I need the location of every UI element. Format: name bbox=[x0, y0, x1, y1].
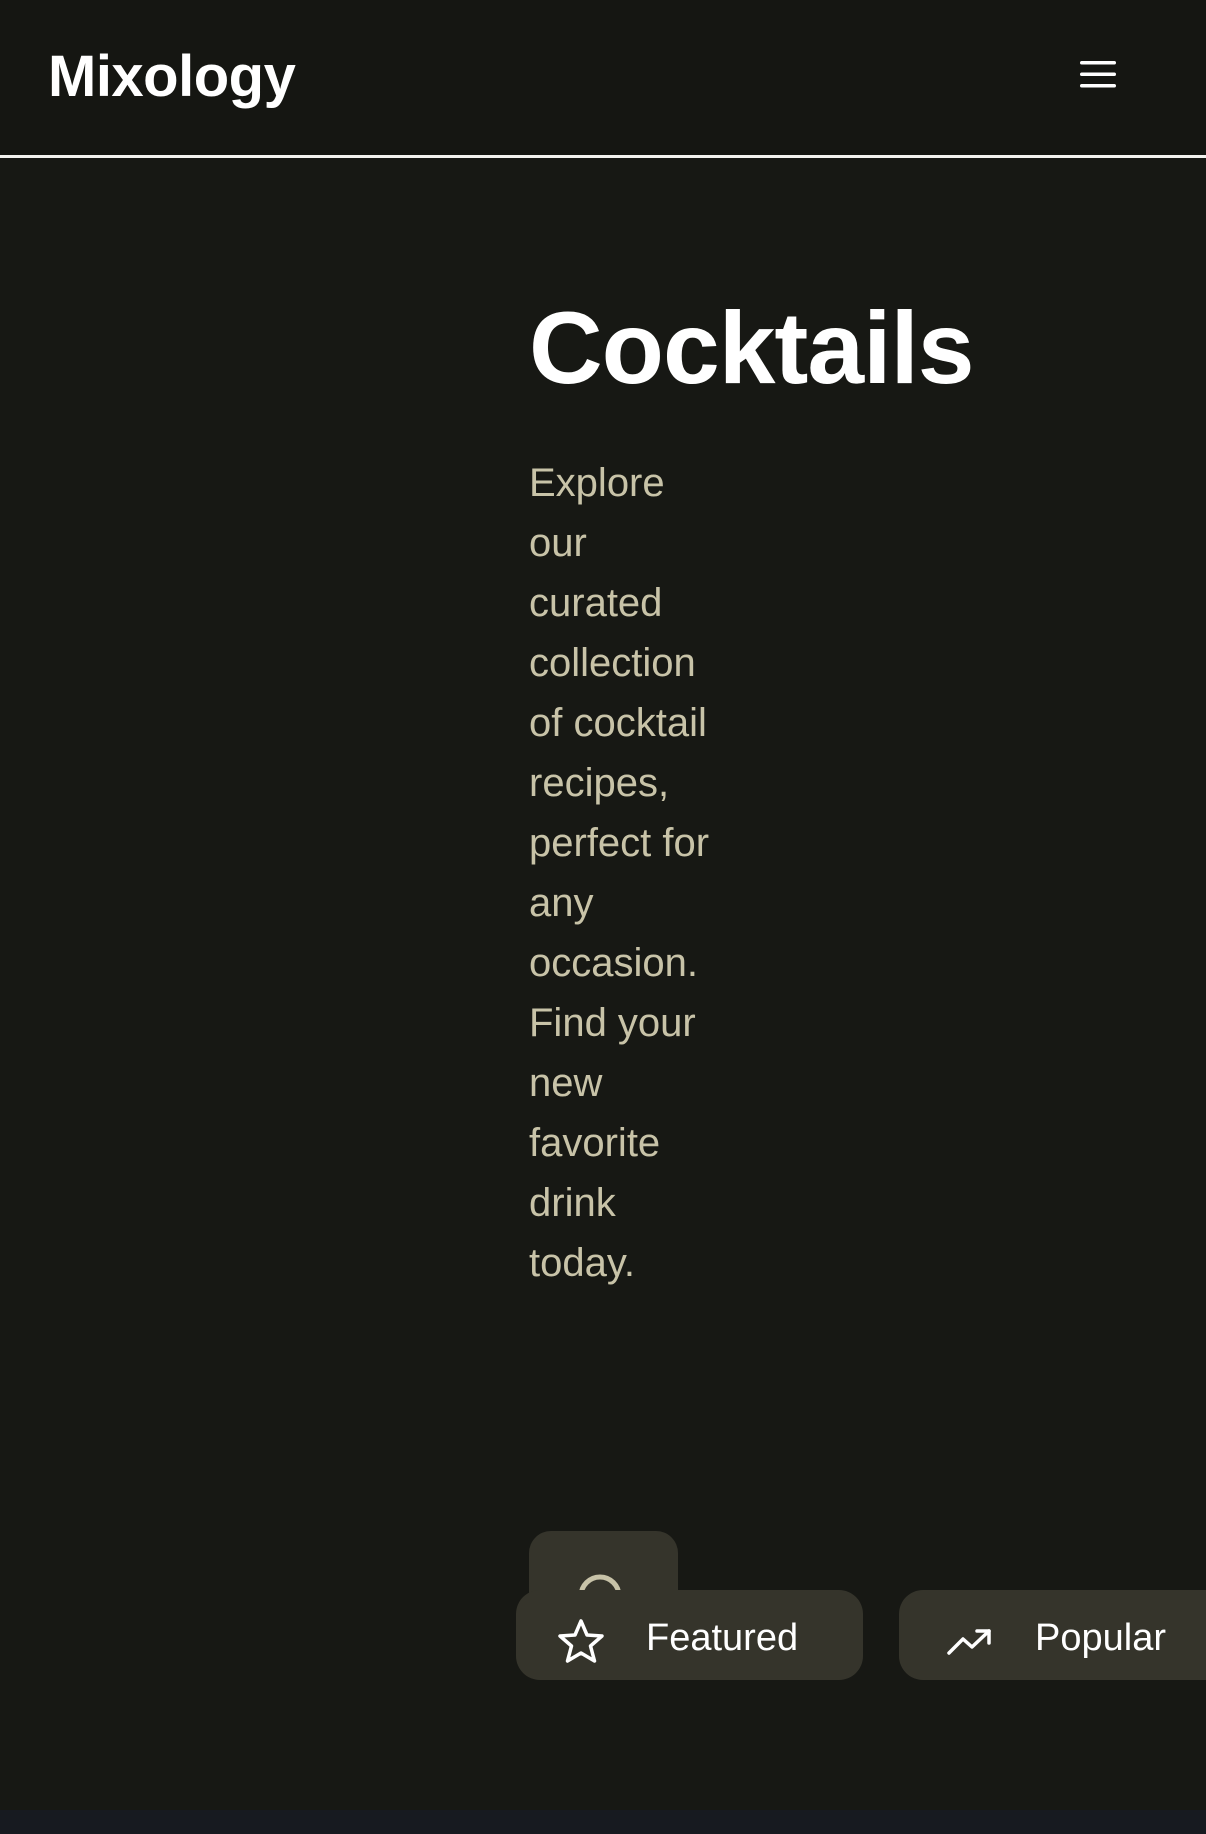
chip-label-featured: Featured bbox=[646, 1617, 799, 1659]
menu-button[interactable] bbox=[1068, 50, 1128, 102]
filter-chip-popular[interactable]: Popular bbox=[899, 1590, 1206, 1680]
bottom-edge bbox=[0, 1810, 1206, 1834]
top-navigation-bar: Mixology bbox=[0, 0, 1206, 158]
star-icon bbox=[556, 1616, 606, 1666]
chip-label-popular: Popular bbox=[1035, 1617, 1166, 1659]
brand-logo[interactable]: Mixology bbox=[48, 42, 296, 112]
page-title: Cocktails bbox=[529, 291, 975, 405]
trending-up-icon bbox=[945, 1616, 995, 1666]
hamburger-menu-icon bbox=[1078, 58, 1118, 95]
page-description: Explore our curated collection of cockta… bbox=[529, 461, 710, 1285]
page: Mixology Cocktails Explore our curated c… bbox=[0, 0, 1206, 1834]
filter-chip-featured[interactable]: Featured bbox=[516, 1590, 863, 1680]
